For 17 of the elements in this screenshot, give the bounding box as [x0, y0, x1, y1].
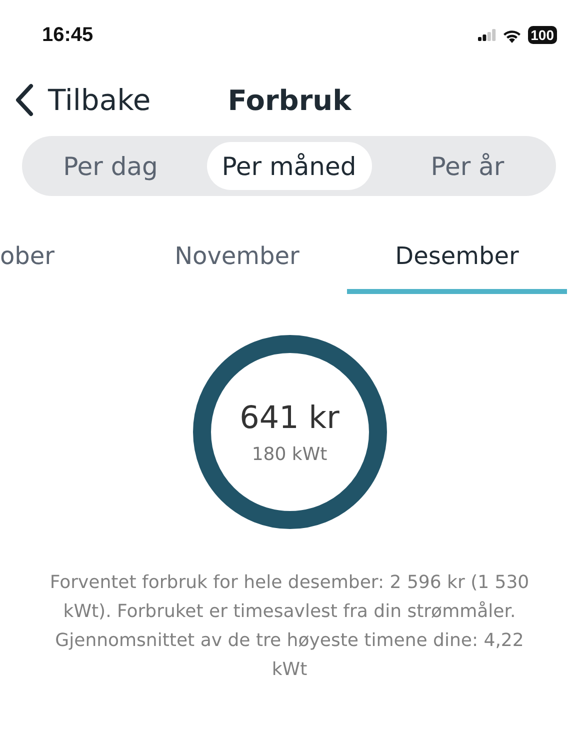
period-tab[interactable]: Per dag — [28, 142, 193, 190]
cost-amount: 641 kr — [240, 400, 340, 436]
period-tab[interactable]: Per måned — [206, 142, 372, 190]
wifi-icon — [502, 28, 522, 42]
info-text: Forventet forbruk for hele desember: 2 596 kr (1 530 kWt). Forbruket er timesavlest fra din strømmåler. — [50, 571, 530, 624]
month-tab[interactable]: November — [127, 234, 347, 294]
page-title: Forbruk — [228, 84, 352, 116]
back-button[interactable]: Tilbake — [0, 83, 151, 117]
battery-indicator: 100 — [528, 26, 557, 44]
chevron-left-icon — [14, 83, 34, 117]
info-text: Gjennomsnittet av de tre høyeste timene dine: 4,22 kWt — [54, 629, 525, 682]
signal-icon — [478, 29, 496, 41]
energy-amount: 180 kWt — [252, 444, 328, 464]
month-tab[interactable]: Desember — [347, 234, 567, 294]
period-tab[interactable]: Per år — [385, 142, 550, 190]
status-time: 16:45 — [42, 24, 94, 46]
month-tab[interactable]: ober — [0, 234, 127, 294]
